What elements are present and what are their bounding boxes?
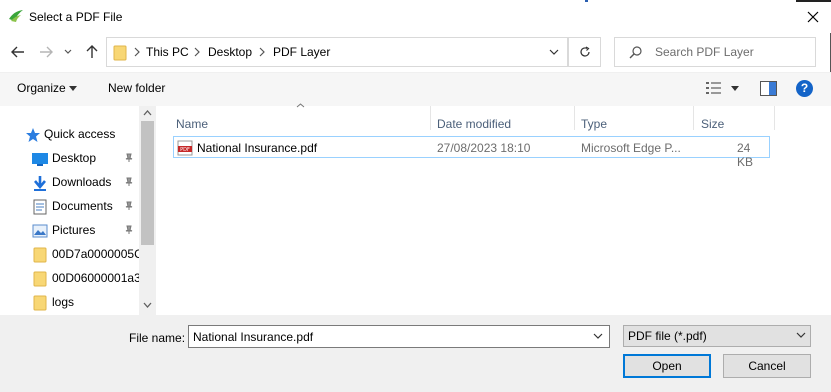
caret-down-icon <box>69 86 77 91</box>
search-icon <box>629 46 642 59</box>
pictures-icon <box>32 224 48 238</box>
sidebar-item-logs[interactable]: logs <box>0 291 139 313</box>
chevron-right-icon <box>194 47 200 57</box>
svg-text:PDF: PDF <box>180 147 190 153</box>
sidebar-item-label: Quick access <box>44 127 116 141</box>
folder-icon <box>33 271 47 287</box>
cancel-button[interactable]: Cancel <box>723 354 811 378</box>
breadcrumb-pdf-layer[interactable]: PDF Layer <box>273 45 330 59</box>
file-row[interactable]: PDF National Insurance.pdf 27/08/2023 18… <box>173 136 770 169</box>
sidebar-item-folder-2[interactable]: 00D06000001a3F <box>0 267 139 289</box>
arrow-left-icon <box>11 46 24 58</box>
sidebar-item-label: logs <box>52 295 75 309</box>
chevron-right-icon <box>134 47 140 57</box>
file-type-filter-value: PDF file (*.pdf) <box>628 329 707 343</box>
column-divider[interactable] <box>574 106 575 130</box>
file-name: National Insurance.pdf <box>197 141 318 155</box>
close-icon <box>807 11 819 22</box>
desktop-icon <box>32 153 48 166</box>
column-divider[interactable] <box>430 106 431 130</box>
new-folder-button[interactable]: New folder <box>108 81 165 95</box>
chevron-down-icon <box>796 332 806 338</box>
column-header-type[interactable]: Type <box>581 117 607 131</box>
file-name-value: National Insurance.pdf <box>193 330 314 344</box>
file-type: Microsoft Edge P... <box>581 141 681 155</box>
file-dialog-window: Select a PDF File This PC Desktop PDF La… <box>0 0 831 392</box>
caret-down-icon[interactable] <box>731 86 739 91</box>
column-divider[interactable] <box>774 106 775 130</box>
arrow-up-icon <box>86 45 98 58</box>
arrow-right-icon <box>40 46 53 58</box>
sidebar-item-label: 00D7a0000005CI <box>52 247 139 261</box>
file-name-label: File name: <box>129 331 186 345</box>
scrollbar-thumb[interactable] <box>141 121 154 245</box>
column-header-date[interactable]: Date modified <box>437 117 511 131</box>
sidebar-item-desktop[interactable]: Desktop <box>0 147 139 169</box>
address-dropdown-button[interactable] <box>540 37 568 67</box>
window-title: Select a PDF File <box>29 10 123 24</box>
file-date: 27/08/2023 18:10 <box>437 141 531 155</box>
open-button[interactable]: Open <box>623 354 711 378</box>
preview-pane-icon[interactable] <box>760 81 777 96</box>
sidebar-item-folder-1[interactable]: 00D7a0000005CI <box>0 243 139 265</box>
scroll-up-icon[interactable] <box>143 110 152 116</box>
title-bar: Select a PDF File <box>0 0 831 33</box>
pdf-file-icon: PDF <box>177 140 193 156</box>
sidebar-item-documents[interactable]: Documents <box>0 195 139 217</box>
pin-icon <box>125 153 133 162</box>
folder-icon <box>113 45 127 61</box>
top-edge <box>796 0 831 2</box>
search-box[interactable]: Search PDF Layer <box>614 37 816 67</box>
chevron-down-icon <box>64 49 72 54</box>
column-divider[interactable] <box>693 106 694 130</box>
breadcrumb-desktop[interactable]: Desktop <box>208 45 252 59</box>
sidebar-item-pictures[interactable]: Pictures <box>0 219 139 241</box>
chevron-down-icon[interactable] <box>593 330 603 342</box>
file-name-input[interactable]: National Insurance.pdf <box>188 325 610 348</box>
breadcrumb-this-pc[interactable]: This PC <box>146 45 189 59</box>
folder-icon <box>33 295 47 311</box>
sidebar-item-downloads[interactable]: Downloads <box>0 171 139 193</box>
pin-icon <box>125 225 133 234</box>
pin-icon <box>125 201 133 210</box>
forward-button[interactable] <box>37 43 55 61</box>
download-icon <box>34 176 46 191</box>
star-icon <box>26 128 40 142</box>
top-accent <box>585 0 588 2</box>
sort-ascending-icon <box>296 103 305 108</box>
organize-button[interactable]: Organize <box>17 81 66 95</box>
view-options-icon[interactable] <box>705 80 723 96</box>
address-bar[interactable]: This PC Desktop PDF Layer <box>106 37 568 67</box>
help-button[interactable]: ? <box>796 80 813 97</box>
close-button[interactable] <box>796 0 830 33</box>
refresh-icon <box>579 46 590 57</box>
file-type-filter[interactable]: PDF file (*.pdf) <box>623 325 811 347</box>
recent-locations-button[interactable] <box>62 43 74 61</box>
refresh-button[interactable] <box>568 37 601 67</box>
up-button[interactable] <box>83 43 101 61</box>
file-size: 24 KB <box>737 141 754 169</box>
app-icon <box>9 10 23 22</box>
chevron-down-icon <box>549 49 558 55</box>
pin-icon <box>125 177 133 186</box>
sidebar-item-label: 00D06000001a3F <box>52 271 139 285</box>
scroll-down-icon[interactable] <box>143 302 152 308</box>
column-header-name[interactable]: Name <box>176 117 208 131</box>
search-placeholder: Search PDF Layer <box>655 45 754 59</box>
sidebar-scrollbar[interactable] <box>139 106 156 315</box>
back-button[interactable] <box>9 43 27 61</box>
chevron-right-icon <box>259 47 265 57</box>
documents-icon <box>33 199 47 215</box>
sidebar-item-quick-access[interactable]: Quick access <box>0 123 139 145</box>
column-header-size[interactable]: Size <box>701 117 724 131</box>
folder-icon <box>33 247 47 263</box>
